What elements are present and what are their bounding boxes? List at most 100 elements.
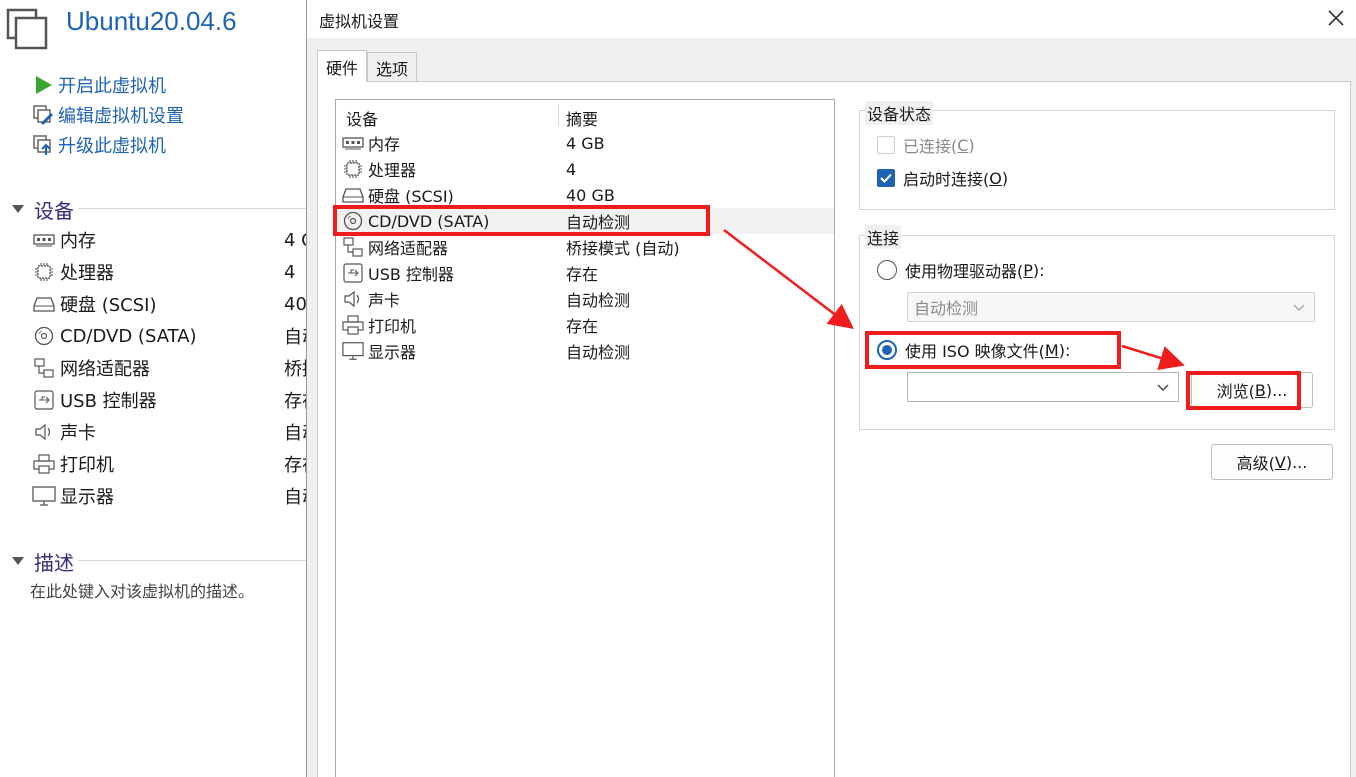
upgrade-vm-link[interactable]: 升级此虚拟机 (32, 132, 166, 158)
vm-device-value: 4 (284, 261, 296, 283)
vm-device-name: 网络适配器 (60, 359, 150, 380)
vm-summary-panel: Ubuntu20.04.6 开启此虚拟机 编辑虚拟机设置 升级此虚拟机 设备 内… (0, 0, 320, 777)
use-physical-drive-radio[interactable]: 使用物理驱动器(P): (877, 258, 1045, 282)
iso-path-combobox[interactable] (907, 372, 1179, 402)
vm-header: Ubuntu20.04.6 (0, 0, 306, 60)
vm-device-name: 硬盘 (SCSI) (60, 295, 157, 316)
hardware-row[interactable]: 处理器 4 (336, 156, 834, 182)
hardware-row[interactable]: CD/DVD (SATA) 自动检测 (336, 208, 834, 234)
advanced-button[interactable]: 高级(V)... (1211, 444, 1333, 480)
hardware-row[interactable]: 显示器 自动检测 (336, 338, 834, 364)
processor-icon (32, 261, 56, 283)
sound-icon (342, 289, 364, 309)
hardware-summary: 自动检测 (566, 343, 631, 362)
vm-device-value: 40 (284, 293, 307, 315)
vm-device-row[interactable]: CD/DVD (SATA) 自动 (32, 321, 320, 351)
vm-device-row[interactable]: 显示器 自动 (32, 481, 320, 511)
vm-device-name: 显示器 (60, 487, 114, 508)
hardware-row[interactable]: USB 控制器 存在 (336, 260, 834, 286)
hardware-name: 硬盘 (SCSI) (368, 187, 454, 206)
memory-icon (32, 229, 56, 251)
column-header-summary[interactable]: 摘要 (566, 106, 598, 130)
vm-title: Ubuntu20.04.6 (66, 6, 237, 36)
connection-title: 连接 (865, 225, 902, 249)
radio-button-selected (877, 340, 897, 360)
vm-device-row[interactable]: 内存 4 G (32, 225, 315, 255)
hardware-summary: 存在 (566, 317, 599, 336)
hardware-name: 网络适配器 (368, 239, 449, 258)
power-on-vm-link[interactable]: 开启此虚拟机 (32, 72, 166, 98)
hardware-summary: 4 (566, 159, 577, 179)
close-button[interactable] (1321, 4, 1351, 32)
vm-device-row[interactable]: 声卡 自动 (32, 417, 320, 447)
printer-icon (32, 453, 56, 475)
vm-device-name: 打印机 (60, 455, 114, 476)
devices-section-toggle[interactable]: 设备 (12, 194, 74, 224)
hardware-name: 处理器 (368, 161, 417, 180)
physical-drive-select[interactable]: 自动检测 (907, 292, 1315, 322)
edit-vm-settings-link[interactable]: 编辑虚拟机设置 (32, 102, 184, 128)
hardware-name: 打印机 (368, 317, 417, 336)
hardware-row[interactable]: 打印机 存在 (336, 312, 834, 338)
hardware-name: 声卡 (368, 291, 401, 310)
vm-device-name: CD/DVD (SATA) (60, 325, 197, 347)
checkbox-box (877, 136, 895, 154)
play-icon (32, 74, 54, 96)
vm-device-row[interactable]: 网络适配器 桥接 (32, 353, 320, 383)
vm-device-name: 声卡 (60, 423, 96, 444)
vm-device-name: 处理器 (60, 263, 114, 284)
usb-icon (342, 263, 364, 283)
collapse-triangle-icon (12, 205, 24, 213)
vm-device-row[interactable]: 处理器 4 (32, 257, 306, 287)
hardware-row[interactable]: 内存 4 GB (336, 130, 834, 156)
description-placeholder[interactable]: 在此处键入对该虚拟机的描述。 (30, 578, 254, 602)
dialog-titlebar: 虚拟机设置 (307, 0, 1356, 38)
hard-disk-icon (342, 185, 364, 205)
hardware-name: CD/DVD (SATA) (368, 211, 490, 231)
vm-settings-dialog: 虚拟机设置 硬件 选项 设备 摘要 内存 4 GB 处理器 4 硬盘 (SCSI) 40 … (306, 0, 1356, 777)
hardware-summary: 4 GB (566, 133, 605, 153)
sound-icon (32, 421, 56, 443)
hardware-summary: 存在 (566, 265, 599, 284)
description-divider (78, 560, 306, 561)
device-status-title: 设备状态 (865, 101, 934, 125)
vm-device-name: USB 控制器 (60, 391, 157, 412)
use-iso-image-radio[interactable]: 使用 ISO 映像文件(M): (877, 338, 1070, 362)
column-divider (558, 104, 559, 126)
hardware-row[interactable]: 声卡 自动检测 (336, 286, 834, 312)
hardware-row[interactable]: 网络适配器 桥接模式 (自动) (336, 234, 834, 260)
device-status-group (859, 110, 1335, 210)
hardware-summary: 自动检测 (566, 291, 631, 310)
network-adapter-icon (342, 237, 364, 257)
usb-icon (32, 389, 56, 411)
tab-options[interactable]: 选项 (367, 52, 418, 82)
dialog-tabs: 硬件 选项 (317, 50, 418, 82)
hardware-row[interactable]: 硬盘 (SCSI) 40 GB (336, 182, 834, 208)
connected-checkbox[interactable]: 已连接(C) (877, 133, 975, 157)
display-icon (32, 485, 56, 507)
cd-dvd-icon (342, 211, 364, 231)
hardware-name: 内存 (368, 135, 401, 154)
vm-device-name: 内存 (60, 231, 96, 252)
vm-device-row[interactable]: USB 控制器 存在 (32, 385, 320, 415)
cd-dvd-icon (32, 325, 56, 347)
description-section-toggle[interactable]: 描述 (12, 546, 74, 576)
vm-device-row[interactable]: 打印机 存在 (32, 449, 320, 479)
hardware-summary: 自动检测 (566, 213, 631, 232)
upgrade-icon (32, 134, 54, 156)
devices-divider (78, 208, 306, 209)
hardware-list: 设备 摘要 内存 4 GB 处理器 4 硬盘 (SCSI) 40 GB CD/DVD (SA… (335, 99, 835, 777)
hardware-summary: 桥接模式 (自动) (566, 239, 680, 258)
tab-hardware[interactable]: 硬件 (317, 50, 368, 82)
radio-button (877, 260, 897, 280)
connect-at-power-on-checkbox[interactable]: 启动时连接(O) (877, 166, 1008, 190)
processor-icon (342, 159, 364, 179)
browse-button[interactable]: 浏览(B)... (1191, 372, 1313, 408)
hardware-name: USB 控制器 (368, 265, 454, 284)
column-header-device[interactable]: 设备 (346, 106, 378, 130)
vm-device-row[interactable]: 硬盘 (SCSI) 40 (32, 289, 307, 319)
printer-icon (342, 315, 364, 335)
hard-disk-icon (32, 293, 56, 315)
display-icon (342, 341, 364, 361)
memory-icon (342, 133, 364, 153)
